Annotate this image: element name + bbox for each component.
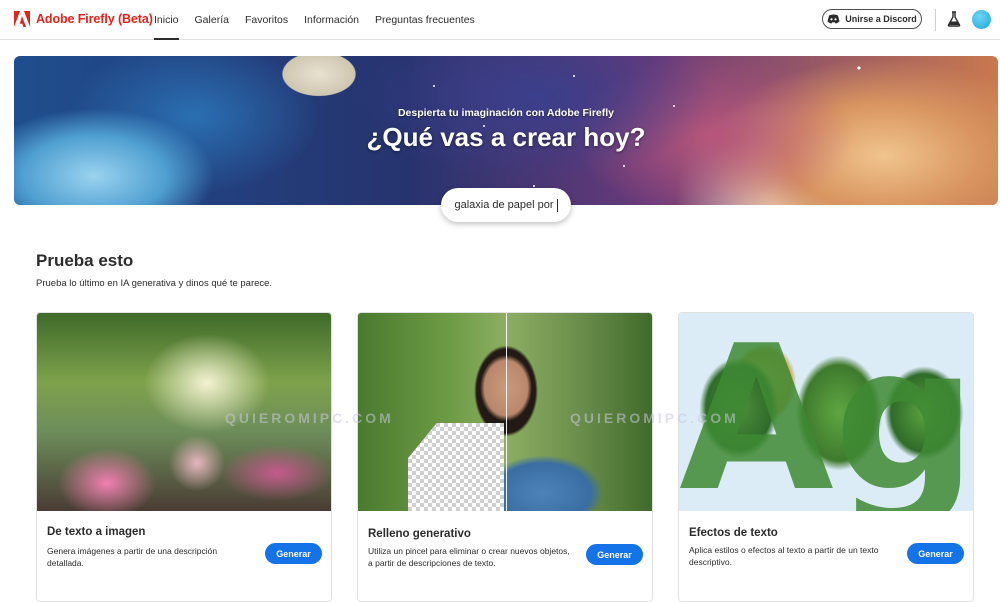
card-description: Utiliza un pincel para eliminar o crear … [368, 546, 570, 568]
before-after-divider [506, 313, 507, 511]
header-divider [935, 9, 936, 31]
hero-title: ¿Qué vas a crear hoy? [366, 122, 646, 152]
discord-button-label: Unirse a Discord [845, 14, 917, 24]
nav-item-galeria[interactable]: Galería [195, 0, 229, 40]
text-caret [556, 198, 558, 212]
nav-item-informacion[interactable]: Información [304, 0, 359, 40]
card-description: Genera imágenes a partir de una descripc… [47, 546, 218, 568]
section-subtitle: Prueba lo último en IA generativa y dino… [36, 278, 273, 289]
card-title: Relleno generativo [368, 528, 471, 540]
generate-button[interactable]: Generar [907, 543, 964, 564]
card-title: Efectos de texto [689, 527, 778, 539]
hero-subtitle: Despierta tu imaginación con Adobe Firef… [397, 107, 615, 119]
user-avatar[interactable] [972, 10, 991, 29]
discord-icon [827, 14, 840, 24]
nav-item-favoritos[interactable]: Favoritos [245, 0, 288, 40]
main-nav: Inicio Galería Favoritos Información Pre… [154, 0, 491, 40]
app-title: Adobe Firefly (Beta) [36, 12, 153, 26]
watermark-text: QUIEROMIPC.COM [570, 410, 739, 426]
adobe-logo-icon [14, 11, 30, 27]
transparency-checker [408, 423, 504, 511]
card-description: Aplica estilos o efectos al texto a part… [689, 545, 879, 567]
join-discord-button[interactable]: Unirse a Discord [822, 9, 922, 29]
nav-item-preguntas-frecuentes[interactable]: Preguntas frecuentes [375, 0, 475, 40]
hero-banner: Despierta tu imaginación con Adobe Firef… [14, 56, 998, 205]
card-text-effects[interactable]: Ag Efectos de texto Aplica estilos o efe… [678, 312, 974, 602]
section-title: Prueba esto [36, 251, 134, 270]
generate-button[interactable]: Generar [265, 543, 322, 564]
watermark-text: QUIEROMIPC.COM [225, 410, 394, 426]
prompt-input[interactable]: galaxia de papel por [441, 188, 571, 222]
nav-item-inicio[interactable]: Inicio [154, 0, 179, 40]
card-text-to-image[interactable]: De texto a imagen Genera imágenes a part… [36, 312, 332, 602]
card-generative-fill[interactable]: Relleno generativo Utiliza un pincel par… [357, 312, 653, 602]
generate-button[interactable]: Generar [586, 544, 643, 565]
prompt-input-value: galaxia de papel por [454, 199, 554, 211]
flask-icon[interactable] [947, 11, 961, 27]
card-title: De texto a imagen [47, 526, 146, 538]
top-header: Adobe Firefly (Beta) Inicio Galería Favo… [0, 0, 1000, 40]
adobe-firefly-logo[interactable]: Adobe Firefly (Beta) [14, 11, 153, 27]
